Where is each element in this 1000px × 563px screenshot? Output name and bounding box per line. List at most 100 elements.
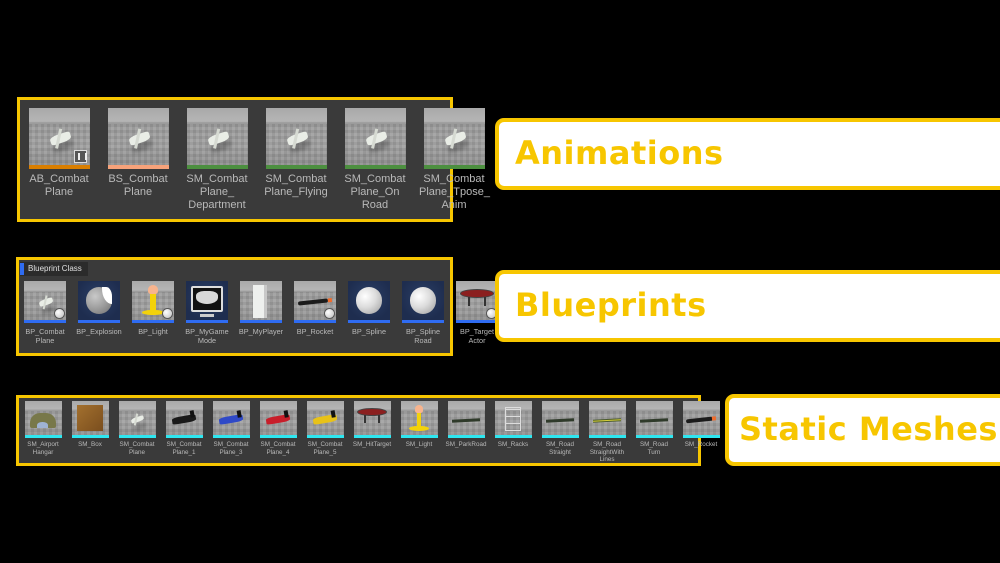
- asset-tile[interactable]: SM_Road Turn: [633, 401, 675, 464]
- asset-label: BP_Explosion: [76, 327, 122, 336]
- asset-tile[interactable]: AB_Combat Plane: [24, 108, 94, 212]
- blueprint-class-filter-header: Blueprint Class: [20, 262, 88, 276]
- asset-tile[interactable]: BP_MyPlayer: [237, 281, 285, 345]
- asset-label: SM_Road Turn: [639, 441, 668, 456]
- asset-tile[interactable]: SM_Racks: [492, 401, 534, 464]
- asset-tile[interactable]: SM_Rocket: [680, 401, 722, 464]
- asset-label: BP_Rocket: [296, 327, 334, 336]
- plane-thumbnail-icon: [266, 108, 327, 169]
- sphere-peel-icon: [78, 281, 120, 323]
- asset-label: SM_Road Straight: [545, 441, 574, 456]
- asset-type-color-bar: [447, 435, 485, 438]
- asset-type-color-bar: [588, 435, 626, 438]
- asset-thumbnail: [165, 401, 203, 438]
- asset-thumbnail: [423, 108, 485, 169]
- asset-tile[interactable]: SM_Combat Plane_Flying: [261, 108, 331, 212]
- road-icon: [448, 401, 485, 438]
- asset-type-color-bar: [259, 435, 297, 438]
- plane-thumbnail-icon: [424, 108, 485, 169]
- asset-thumbnail: [402, 281, 444, 323]
- asset-label: SM_HitTarget: [352, 441, 392, 448]
- asset-type-color-bar: [71, 435, 109, 438]
- actor-component-icon: [55, 309, 64, 318]
- asset-type-color-bar: [28, 165, 90, 169]
- asset-tile[interactable]: SM_Box: [69, 401, 111, 464]
- asset-thumbnail: [265, 108, 327, 169]
- asset-label: BP_Target Actor: [459, 327, 495, 345]
- asset-tile[interactable]: SM_Combat Plane_4: [257, 401, 299, 464]
- asset-tile[interactable]: BP_Spline Road: [399, 281, 447, 345]
- blueprints-asset-grid: BP_Combat Plane BP_Explosion BP_Light BP_My…: [21, 281, 501, 345]
- asset-type-color-bar: [132, 320, 174, 323]
- asset-label: SM_ParkRoad: [445, 441, 487, 448]
- blueprints-callout: Blueprints: [495, 270, 1000, 342]
- asset-label: SM_Box: [78, 441, 102, 448]
- asset-thumbnail: [186, 281, 228, 323]
- road-icon: [636, 401, 673, 438]
- asset-tile[interactable]: SM_Combat Plane_On Road: [340, 108, 410, 212]
- target-disk-icon: [354, 401, 391, 438]
- asset-thumbnail: [588, 401, 626, 438]
- asset-tile[interactable]: SM_Combat Plane_1: [163, 401, 205, 464]
- asset-label: SM_Airport Hangar: [27, 441, 59, 456]
- asset-tile[interactable]: SM_HitTarget: [351, 401, 393, 464]
- asset-thumbnail: [344, 108, 406, 169]
- asset-tile[interactable]: BP_MyGame Mode: [183, 281, 231, 345]
- asset-type-color-bar: [78, 320, 120, 323]
- asset-thumbnail: [107, 108, 169, 169]
- asset-thumbnail: [28, 108, 90, 169]
- asset-type-color-bar: [165, 435, 203, 438]
- sphere-icon: [348, 281, 390, 323]
- asset-tile[interactable]: SM_Combat Plane_5: [304, 401, 346, 464]
- racks-icon: [495, 401, 532, 438]
- animations-callout: Animations: [495, 118, 1000, 190]
- asset-tile[interactable]: BP_Target Actor: [453, 281, 501, 345]
- plane-thumbnail-icon: [187, 108, 248, 169]
- asset-type-color-bar: [541, 435, 579, 438]
- static-meshes-asset-grid: SM_Airport Hangar SM_Box SM_Combat Plane SM…: [22, 401, 769, 464]
- asset-label: SM_Combat Plane_5: [307, 441, 343, 456]
- asset-thumbnail: [447, 401, 485, 438]
- asset-type-color-bar: [423, 165, 485, 169]
- static-meshes-callout-title: Static Meshes: [739, 410, 998, 449]
- asset-tile[interactable]: SM_ParkRoad: [445, 401, 487, 464]
- asset-label: SM_Combat Plane_Tpose_ Anim: [419, 173, 490, 211]
- asset-tile[interactable]: BP_Light: [129, 281, 177, 345]
- plane-thumbnail-icon: [307, 401, 344, 438]
- asset-tile[interactable]: SM_Light: [398, 401, 440, 464]
- asset-label: SM_Combat Plane: [119, 441, 155, 456]
- asset-tile[interactable]: SM_Combat Plane: [116, 401, 158, 464]
- asset-tile[interactable]: SM_Combat Plane_Tpose_ Anim: [419, 108, 490, 212]
- asset-tile[interactable]: BP_Combat Plane: [21, 281, 69, 345]
- asset-type-color-bar: [118, 435, 156, 438]
- asset-label: AB_Combat Plane: [29, 173, 89, 198]
- actor-component-icon: [325, 309, 334, 318]
- asset-label: SM_Light: [405, 441, 433, 448]
- asset-type-color-bar: [456, 320, 498, 323]
- asset-tile[interactable]: SM_Road StraightWith Lines: [586, 401, 628, 464]
- asset-type-color-bar: [353, 435, 391, 438]
- asset-type-color-bar: [265, 165, 327, 169]
- asset-type-color-bar: [494, 435, 532, 438]
- plane-thumbnail-icon: [345, 108, 406, 169]
- static-meshes-callout: Static Meshes: [725, 394, 1000, 466]
- asset-label: BP_Light: [138, 327, 168, 336]
- asset-label: SM_Combat Plane_On Road: [344, 173, 406, 211]
- asset-tile[interactable]: BS_Combat Plane: [103, 108, 173, 212]
- asset-tile[interactable]: SM_Road Straight: [539, 401, 581, 464]
- asset-tile[interactable]: SM_Airport Hangar: [22, 401, 64, 464]
- plane-thumbnail-icon: [119, 401, 156, 438]
- asset-tile[interactable]: SM_Combat Plane_3: [210, 401, 252, 464]
- asset-tile[interactable]: SM_Combat Plane_ Department: [182, 108, 252, 212]
- road-icon: [542, 401, 579, 438]
- actor-component-icon: [163, 309, 172, 318]
- box-icon: [72, 401, 109, 438]
- asset-type-color-bar: [682, 435, 720, 438]
- asset-label: SM_Road StraightWith Lines: [589, 441, 625, 463]
- asset-tile[interactable]: BP_Explosion: [75, 281, 123, 345]
- asset-thumbnail: [259, 401, 297, 438]
- asset-tile[interactable]: BP_Rocket: [291, 281, 339, 345]
- lamp-icon: [401, 401, 438, 438]
- asset-tile[interactable]: BP_Spline: [345, 281, 393, 345]
- plane-thumbnail-icon: [213, 401, 250, 438]
